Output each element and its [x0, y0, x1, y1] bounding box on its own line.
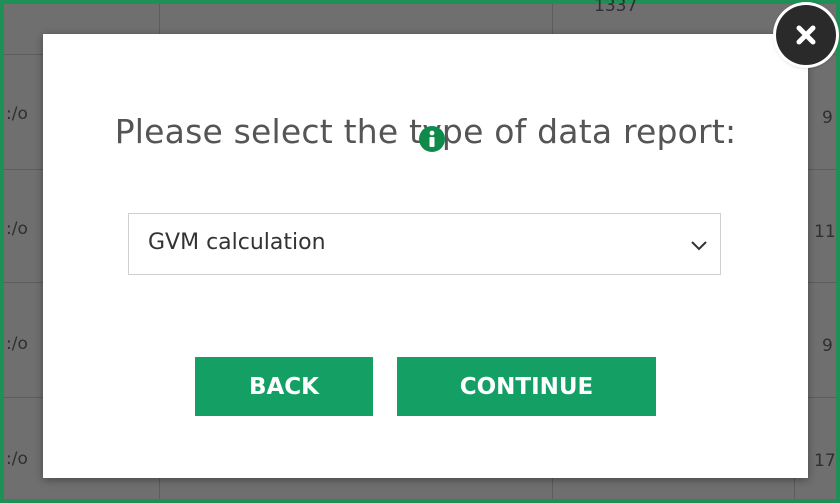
table-cell: 9 [822, 336, 833, 356]
select-value: GVM calculation [148, 230, 326, 255]
report-type-select[interactable]: GVM calculation [128, 213, 721, 275]
chevron-down-icon [688, 234, 710, 256]
info-icon[interactable] [419, 126, 445, 152]
table-cell: 17 [814, 451, 836, 471]
table-cell: :/o [6, 334, 28, 354]
back-button[interactable]: BACK [195, 357, 373, 416]
continue-button[interactable]: CONTINUE [397, 357, 656, 416]
table-cell: :/o [6, 104, 28, 124]
table-cell: 1337 [594, 0, 638, 16]
table-cell: :/o [6, 449, 28, 469]
close-button[interactable] [776, 5, 836, 65]
table-cell: 11 [814, 222, 836, 242]
report-type-dialog: Please select the type of data report: G… [43, 34, 808, 478]
info-glyph [429, 130, 435, 147]
table-cell: 9 [822, 108, 833, 128]
table-cell: :/o [6, 219, 28, 239]
close-icon [796, 25, 816, 45]
